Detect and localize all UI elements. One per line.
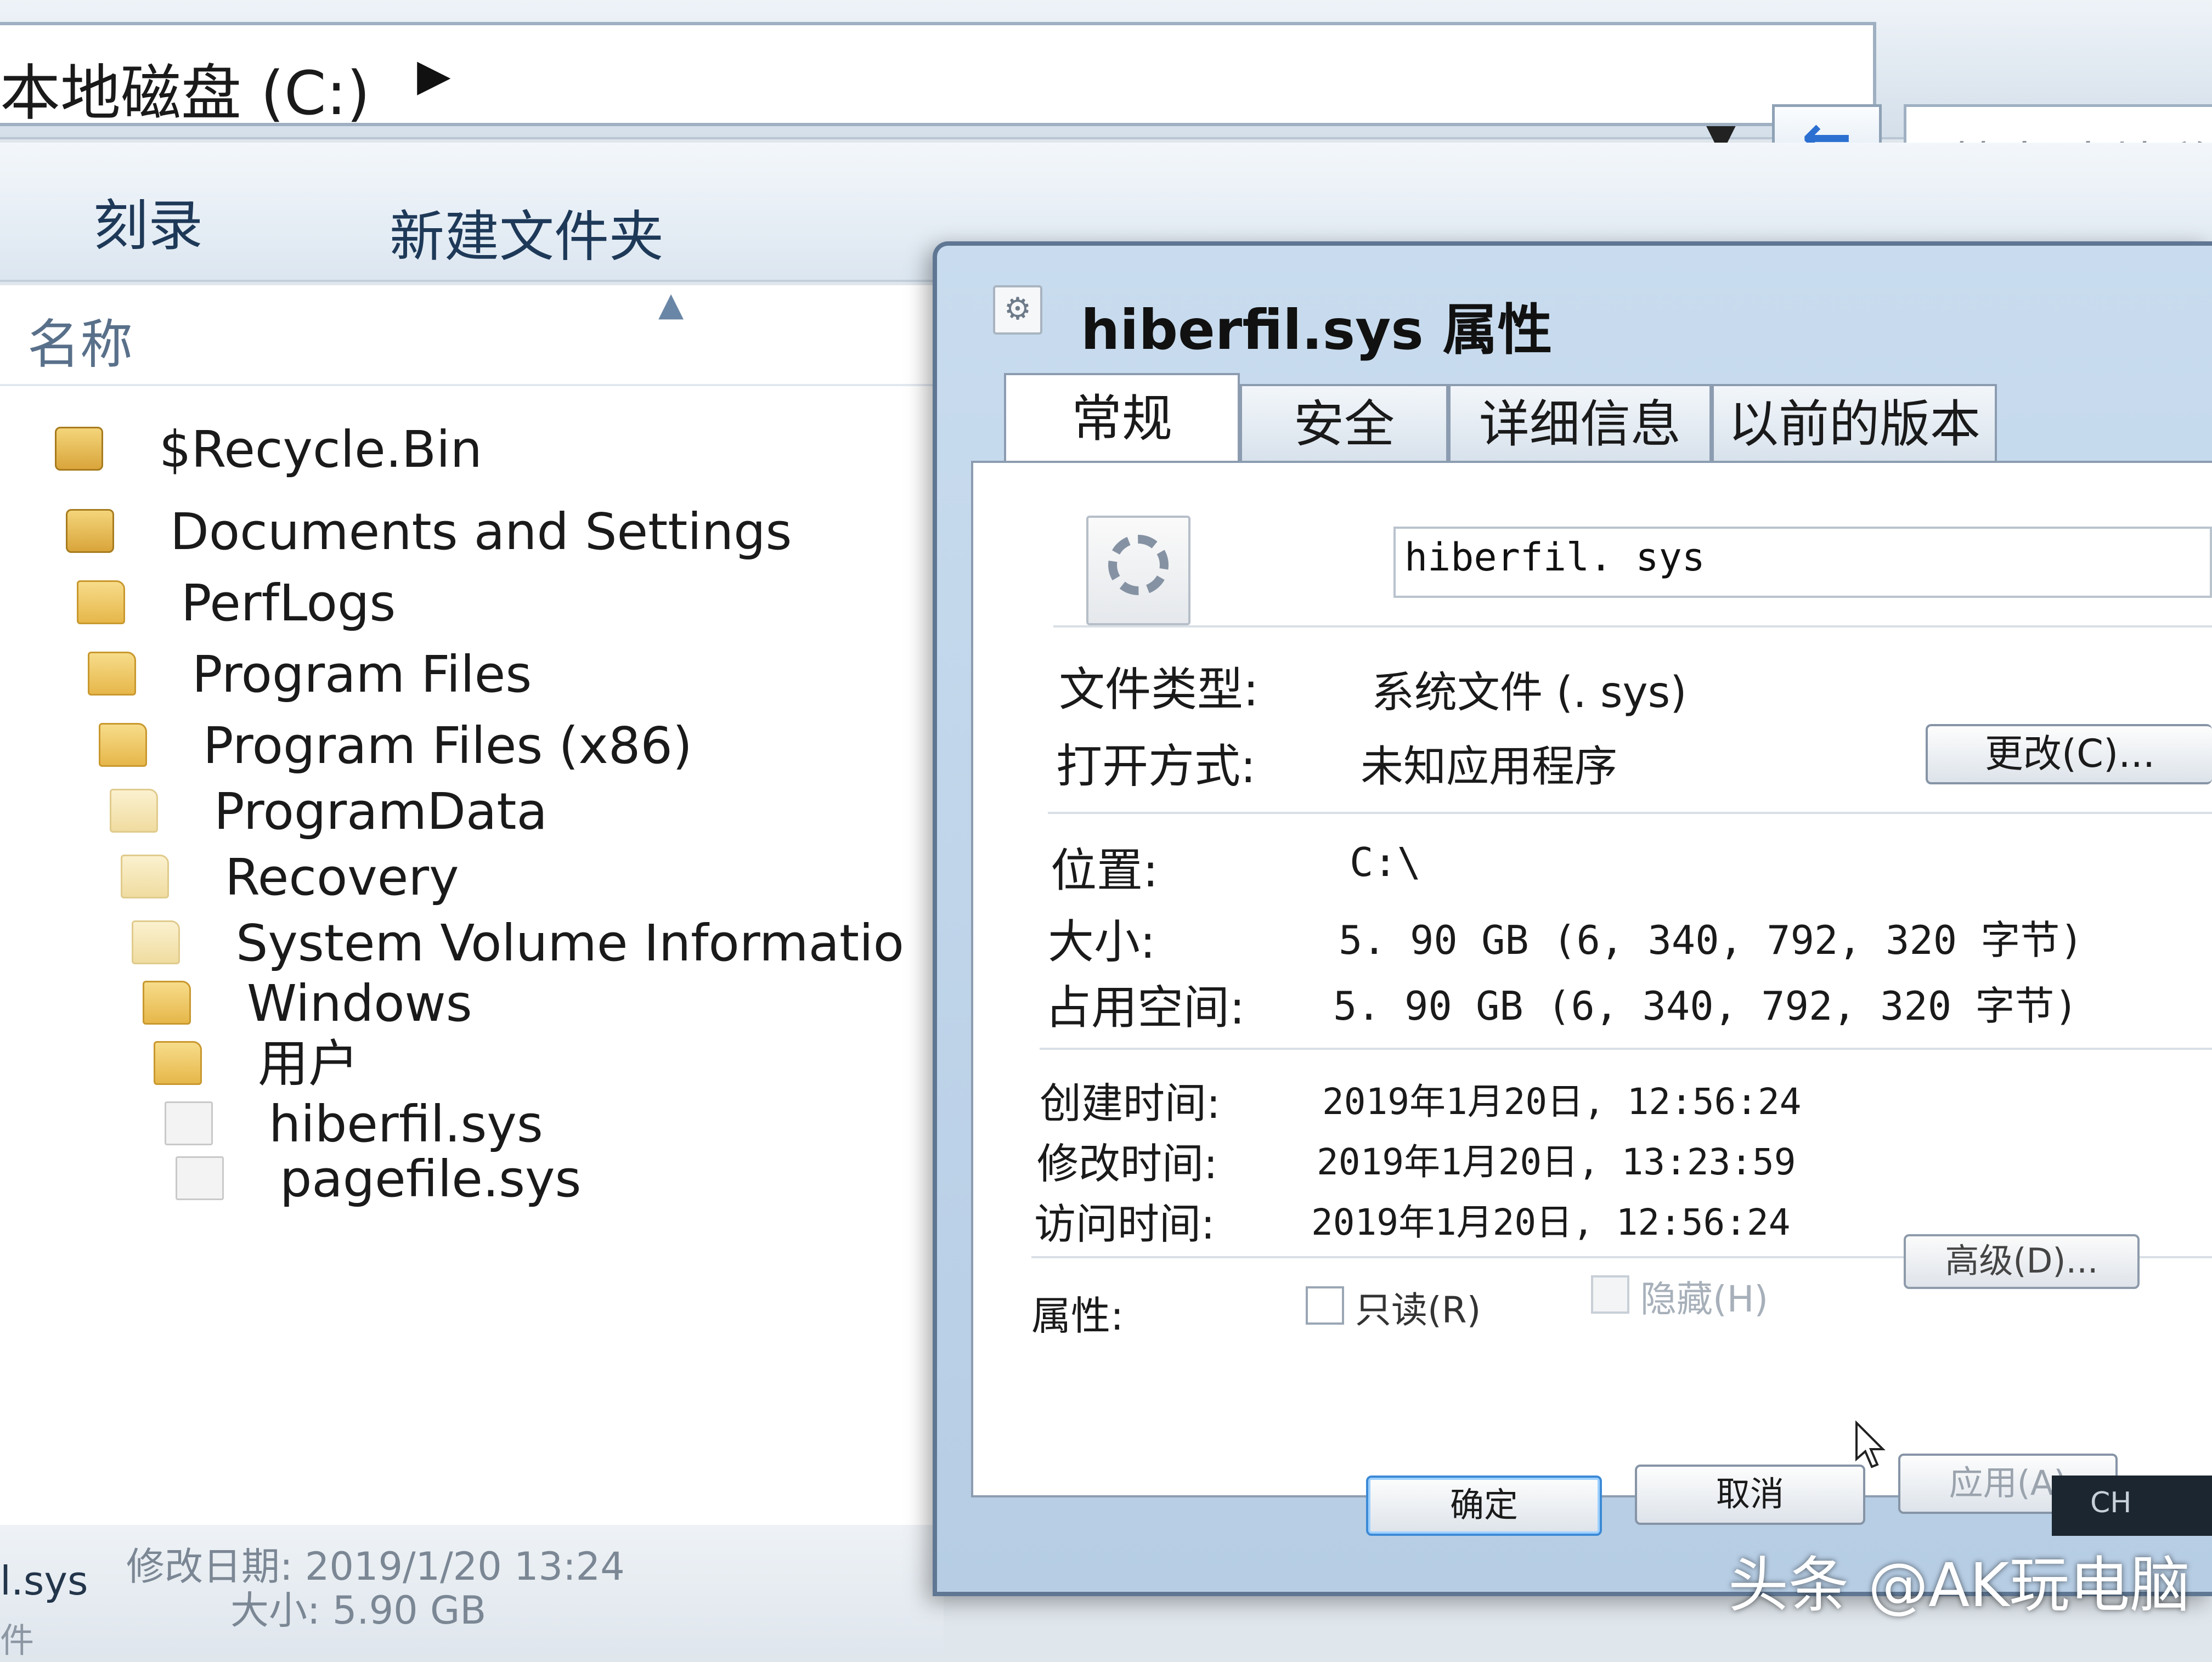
created-value: 2019年1月20日, 12:56:24	[1322, 1081, 1802, 1123]
dialog-file-icon: ⚙	[993, 285, 1042, 335]
divider	[1048, 812, 2212, 814]
cancel-button[interactable]: 取消	[1635, 1465, 1865, 1525]
sort-ascending-icon: ▲	[658, 285, 684, 324]
hidden-label: 隐藏(H)	[1640, 1278, 1769, 1320]
modified-value: 2019年1月20日, 13:23:59	[1317, 1141, 1796, 1183]
list-item-label: System Volume Informatio	[236, 914, 904, 973]
list-item-label: 用户	[258, 1034, 359, 1093]
ok-button[interactable]: 确定	[1366, 1476, 1602, 1536]
disk-size-label: 占用空间:	[1045, 981, 1245, 1034]
new-folder-button[interactable]: 新建文件夹	[390, 192, 664, 272]
folder-icon	[88, 652, 136, 696]
list-item-label: Documents and Settings	[170, 502, 792, 561]
list-item-label: Windows	[247, 974, 472, 1033]
address-path[interactable]: 本地磁盘 (C:)	[0, 44, 370, 132]
accessed-value: 2019年1月20日, 12:56:24	[1311, 1201, 1791, 1243]
size-label: 大小:	[1048, 915, 1156, 969]
accessed-label: 访问时间:	[1034, 1200, 1215, 1248]
column-divider	[0, 384, 944, 386]
tab-general[interactable]: 常规	[1004, 373, 1240, 466]
modified-label: 修改时间:	[1037, 1139, 1218, 1188]
burn-button[interactable]: 刻录	[93, 181, 203, 261]
lock-folder-icon	[66, 509, 114, 553]
open-with-label: 打开方式:	[1056, 739, 1256, 793]
mouse-cursor-icon	[1855, 1421, 1886, 1468]
location-label: 位置:	[1051, 844, 1159, 897]
breadcrumb-arrow-icon[interactable]: ▶	[417, 49, 451, 100]
filename-value: hiberfil. sys	[1404, 535, 1705, 580]
folder-icon	[99, 723, 147, 767]
list-item-label: Recovery	[225, 848, 459, 907]
column-header-name[interactable]: 名称	[27, 302, 133, 378]
open-with-value: 未知应用程序	[1361, 742, 1618, 792]
watermark: 头条 @AK玩电脑	[1728, 1550, 2191, 1620]
readonly-checkbox[interactable]	[1306, 1286, 1344, 1325]
size-value: 5. 90 GB (6, 340, 792, 320 字节)	[1339, 917, 2084, 963]
details-size: 大小: 5.90 GB	[230, 1588, 487, 1633]
dialog-title: hiberfil.sys 属性	[1081, 298, 1553, 362]
details-file-name: l.sys	[0, 1558, 88, 1604]
folder-icon	[154, 1041, 202, 1085]
advanced-button[interactable]: 高级(D)...	[1904, 1234, 2140, 1289]
list-item-label: ProgramData	[214, 782, 548, 841]
lock-folder-icon	[55, 427, 103, 471]
pale-folder-icon	[132, 920, 180, 964]
disk-size-value: 5. 90 GB (6, 340, 792, 320 字节)	[1333, 983, 2078, 1029]
change-button[interactable]: 更改(C)...	[1926, 724, 2212, 784]
created-label: 创建时间:	[1040, 1079, 1221, 1128]
location-value: C:\	[1350, 839, 1421, 885]
pale-folder-icon	[110, 789, 158, 833]
tab-details[interactable]: 详细信息	[1448, 384, 1712, 461]
tab-security[interactable]: 安全	[1240, 384, 1448, 461]
system-file-icon	[165, 1101, 213, 1145]
divider	[1053, 625, 2212, 628]
folder-icon	[143, 981, 191, 1025]
file-type-value: 系统文件 (. sys)	[1372, 668, 1687, 717]
list-item-label: Program Files (x86)	[203, 716, 692, 775]
details-type: 件	[0, 1620, 35, 1660]
list-item-label: PerfLogs	[181, 574, 396, 632]
hidden-checkbox[interactable]	[1591, 1275, 1629, 1314]
system-file-icon	[176, 1156, 224, 1200]
taskbar-tray	[2052, 1476, 2212, 1536]
pale-folder-icon	[121, 855, 169, 898]
list-item-label: Program Files	[192, 645, 532, 704]
folder-icon	[77, 580, 125, 624]
attributes-label: 属性:	[1031, 1293, 1124, 1339]
divider	[1040, 1048, 2212, 1050]
tab-previous-versions[interactable]: 以前的版本	[1712, 384, 1997, 461]
readonly-label: 只读(R)	[1355, 1289, 1481, 1331]
gear-icon	[1108, 535, 1169, 595]
list-item-label: pagefile.sys	[280, 1150, 582, 1208]
input-language-indicator[interactable]: CH	[2090, 1486, 2131, 1519]
file-type-label: 文件类型:	[1059, 663, 1259, 716]
list-item-label: $Recycle.Bin	[159, 420, 482, 479]
